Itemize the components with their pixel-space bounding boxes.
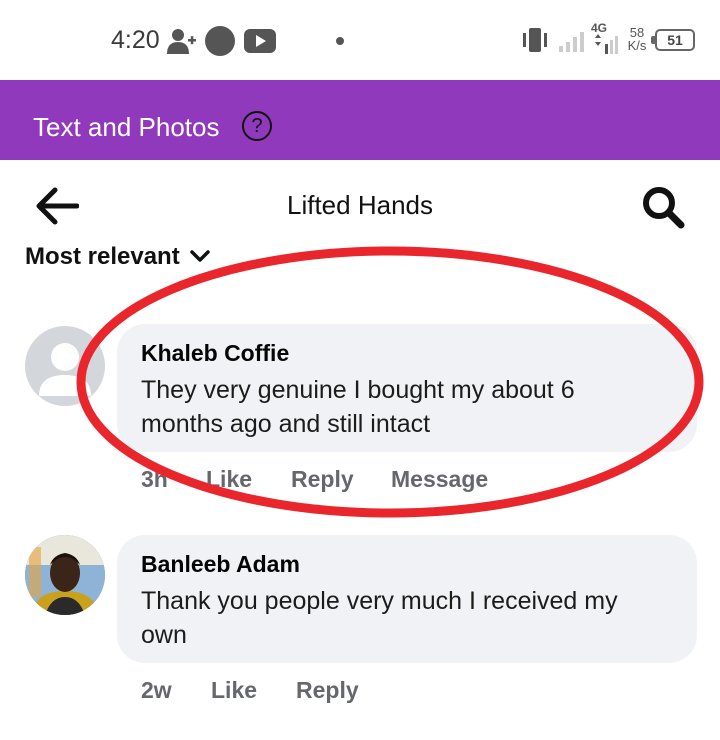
default-user-icon <box>39 343 91 396</box>
comment-time: 2w <box>141 677 172 703</box>
like-button[interactable]: Like <box>206 466 291 493</box>
signal-icon <box>559 32 584 52</box>
comment-bubble[interactable]: Banleeb Adam Thank you people very much … <box>117 535 697 663</box>
add-contact-icon <box>167 29 196 54</box>
comment-bubble[interactable]: Khaleb Coffie They very genuine I bought… <box>117 324 697 452</box>
reply-button[interactable]: Reply <box>291 466 391 493</box>
dot-notification-icon <box>336 37 344 45</box>
comment-text-line: They very genuine I bought my about 6 <box>141 376 575 404</box>
vibrate-icon <box>523 28 547 52</box>
comment-actions: 3h Like Reply Message <box>141 466 488 493</box>
nav-bar: Lifted Hands <box>0 160 720 250</box>
app-header-title: Text and Photos <box>33 112 220 142</box>
sort-dropdown[interactable]: Most relevant <box>25 243 210 271</box>
signal-4g-icon <box>595 34 618 54</box>
status-time: 4:20 <box>111 26 160 54</box>
avatar-default[interactable] <box>25 326 105 406</box>
page-title: Lifted Hands <box>287 190 433 220</box>
network-type: 4G <box>591 21 608 35</box>
like-button[interactable]: Like <box>211 677 296 704</box>
avatar-user-photo[interactable] <box>25 535 105 615</box>
user-photo-icon <box>25 535 105 615</box>
circle-notification-icon <box>205 26 235 56</box>
youtube-icon <box>244 29 276 53</box>
message-button[interactable]: Message <box>391 466 488 493</box>
comment-text-line: months ago and still intact <box>141 410 431 438</box>
comment-text-line: Thank you people very much I received my <box>141 587 618 615</box>
app-header: Text and Photos ? <box>0 80 720 160</box>
comment-actions: 2w Like Reply <box>141 677 359 704</box>
network-speed: 58 K/s <box>627 25 647 53</box>
sort-label: Most relevant <box>25 243 180 270</box>
help-icon[interactable]: ? <box>242 111 272 141</box>
comment-time: 3h <box>141 466 168 492</box>
battery-indicator: 51 <box>651 29 695 51</box>
comment-author[interactable]: Banleeb Adam <box>141 551 673 578</box>
comment-author[interactable]: Khaleb Coffie <box>141 340 673 367</box>
chevron-down-icon <box>189 250 210 262</box>
reply-button[interactable]: Reply <box>296 677 359 704</box>
search-icon[interactable] <box>640 184 686 230</box>
comment-text-line: own <box>141 621 187 649</box>
status-bar: 4:20 4G 58 K/s 51 <box>0 0 720 80</box>
